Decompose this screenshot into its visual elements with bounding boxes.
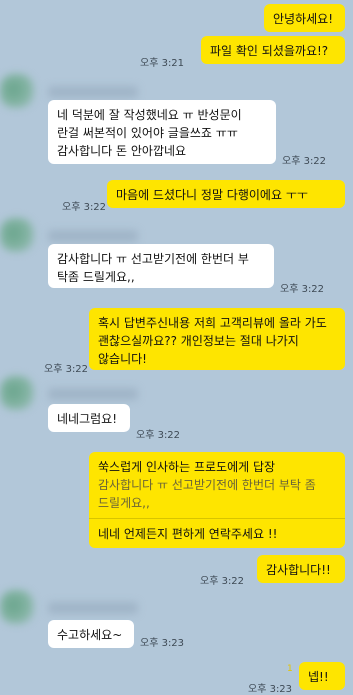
chat-area: 안녕하세요! 오후 3:21 파일 확인 되셨을까요!? 네 덕분에 잘 작성했… [0,0,353,695]
message-bubble-theirs[interactable]: 네네그럼요! [48,404,130,432]
sender-name [48,388,138,400]
message-time: 오후 3:23 [140,638,185,649]
message-bubble-mine[interactable]: 안녕하세요! [264,4,345,32]
message-time: 오후 3:22 [44,364,89,375]
message-time: 오후 3:22 [280,284,325,295]
message-bubble-mine[interactable]: 혹시 답변주신내용 저희 고객리뷰에 올라 가도 괜찮으실까요?? 개인정보는 … [89,308,345,370]
message-bubble-mine[interactable]: 넵!! [299,662,345,690]
message-bubble-mine[interactable]: 마음에 드셨다니 정말 다행이에요 ㅜㅜ [107,180,345,208]
message-time: 오후 3:22 [282,156,327,167]
message-bubble-theirs[interactable]: 감사합니다 ㅠ 선고받기전에 한번더 부 탁좀 드릴게요,, [48,244,274,288]
message-bubble-theirs[interactable]: 수고하세요~ [48,620,134,648]
message-time: 오후 3:22 [200,576,245,587]
reply-divider [89,518,345,519]
message-bubble-theirs[interactable]: 네 덕분에 잘 작성했네요 ㅠ 반성문이 란걸 써본적이 있어야 글을쓰죠 ㅠㅠ… [48,100,276,164]
sender-name [48,86,138,98]
unread-count: 1 [287,664,293,674]
sender-avatar[interactable] [0,218,34,252]
sender-name [48,230,138,242]
message-time: 오후 3:22 [136,430,181,441]
sender-avatar[interactable] [0,590,34,624]
message-time: 오후 3:21 [140,58,185,69]
message-time: 오후 3:22 [62,202,107,213]
reply-text: 네네 언제든지 편하게 연락주세요 !! [98,527,278,541]
message-bubble-mine[interactable]: 감사합니다!! [257,555,345,583]
sender-avatar[interactable] [0,376,34,410]
reply-quote: 감사합니다 ㅠ 선고받기전에 한번더 부탁 좀 드릴게요,, [98,478,316,510]
sender-name [48,602,138,614]
reply-message-bubble[interactable]: 쑥스럽게 인사하는 프로도에게 답장 감사합니다 ㅠ 선고받기전에 한번더 부탁… [89,452,345,548]
reply-title: 쑥스럽게 인사하는 프로도에게 답장 [98,460,276,474]
sender-avatar[interactable] [0,74,34,108]
message-bubble-mine[interactable]: 파일 확인 되셨을까요!? [201,36,345,64]
message-time: 오후 3:23 [248,684,293,695]
